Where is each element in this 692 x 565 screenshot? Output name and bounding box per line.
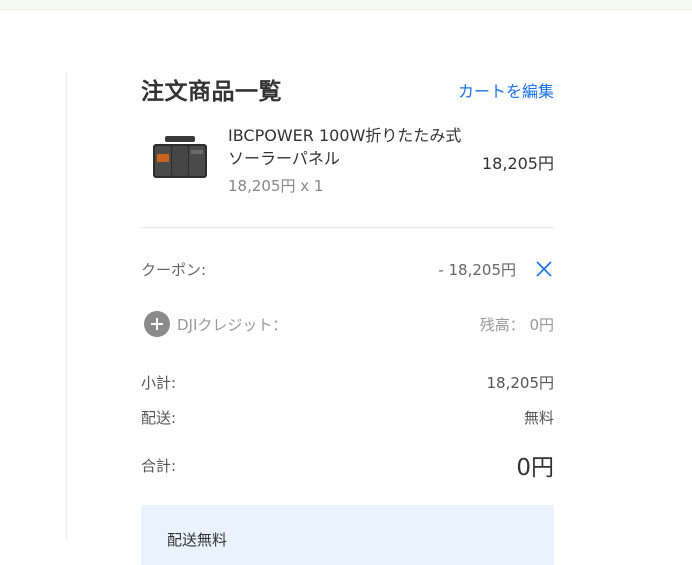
subtotal-label: 小計: (141, 374, 177, 392)
close-icon[interactable] (534, 259, 554, 279)
coupon-label: クーポン: (141, 261, 207, 279)
subtotal-value: 18,205円 (486, 374, 555, 392)
dji-credit-label: DJIクレジット： (177, 316, 288, 334)
order-summary-panel: 注文商品一覧 カートを編集 IBCPOWER 100W折りたたみ式ソーラーパネル… (141, 0, 555, 565)
solar-panel-product-image (153, 136, 207, 178)
shipping-label: 配送: (141, 409, 177, 427)
vertical-divider (66, 72, 67, 541)
product-price: 18,205円 (482, 154, 554, 173)
shipping-notice-box: 配送無料 (141, 505, 554, 565)
product-name: IBCPOWER 100W折りたたみ式ソーラーパネル (228, 126, 462, 168)
shipping-notice-text: 配送無料 (167, 531, 228, 549)
dji-credit-balance: 残高： 0円 (479, 316, 554, 334)
total-value: 0円 (516, 455, 554, 481)
plus-circle-icon[interactable] (144, 311, 170, 337)
order-summary-title: 注文商品一覧 (141, 79, 282, 105)
coupon-value: - 18,205円 (438, 261, 516, 279)
product-unit-price-quantity: 18,205円 x 1 (228, 177, 324, 195)
total-label: 合計: (141, 457, 177, 475)
shipping-value: 無料 (523, 409, 554, 427)
edit-cart-link[interactable]: カートを編集 (458, 78, 554, 102)
product-thumbnail (151, 134, 209, 182)
section-divider (141, 227, 554, 228)
